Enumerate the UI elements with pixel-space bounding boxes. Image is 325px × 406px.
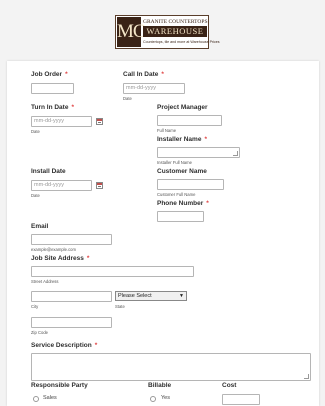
call-in-date-sublabel: Date [123,96,132,101]
email-input[interactable] [31,234,112,245]
project-manager-sublabel: Full Name [157,128,177,133]
installer-name-sublabel: Installer Full Name [157,160,192,165]
installer-name-input[interactable] [157,147,240,158]
installer-name-label: Installer Name * [157,136,207,143]
calendar-icon[interactable] [96,182,103,189]
install-date-input[interactable]: mm-dd-yyyy [31,180,92,191]
street-address-input[interactable] [31,266,194,277]
phone-number-label: Phone Number * [157,200,209,207]
turn-in-date-sublabel: Date [31,129,40,134]
phone-number-input[interactable] [157,211,204,222]
job-site-address-label: Job Site Address * [31,255,90,262]
turn-in-date-input[interactable]: mm-dd-yyyy [31,116,92,127]
cost-label: Cost [222,382,237,389]
logo-line2: WAREHOUSE [143,26,207,37]
job-order-input[interactable] [31,83,74,94]
logo-tagline: Countertops, tile and more at Warehouse … [143,40,220,44]
city-input[interactable] [31,291,112,302]
responsible-party-label: Responsible Party [31,382,88,389]
customer-name-input[interactable] [157,179,224,190]
company-logo: MC GRANITE COUNTERTOPS WAREHOUSE Counter… [115,15,220,49]
form-card: Job Order * Call In Date * mm-dd-yyyy Date… [7,61,319,406]
install-date-sublabel: Date [31,193,40,198]
dropdown-arrow-icon: ▼ [179,293,184,299]
job-order-label: Job Order * [31,71,68,78]
billable-yes-radio[interactable] [150,396,156,402]
street-address-sublabel: Street Address [31,279,59,284]
city-sublabel: City [31,304,39,309]
customer-name-sublabel: Customer Full Name [157,192,196,197]
zip-code-sublabel: Zip Code [31,330,48,335]
billable-label: Billable [148,382,172,389]
zip-code-input[interactable] [31,317,112,328]
turn-in-date-label: Turn In Date * [31,104,74,111]
state-select[interactable]: Please Select ▼ [115,291,187,301]
customer-name-label: Customer Name [157,168,207,175]
call-in-date-input[interactable]: mm-dd-yyyy [123,83,185,94]
logo-line1: GRANITE COUNTERTOPS [143,19,208,25]
service-description-label: Service Description * [31,342,98,349]
service-description-textarea[interactable] [31,353,311,381]
project-manager-input[interactable] [157,115,222,126]
calendar-icon[interactable] [96,118,103,125]
install-date-label: Install Date [31,168,66,175]
state-sublabel: State [115,304,125,309]
billable-yes-label: Yes [161,395,170,401]
responsible-party-sales-radio[interactable] [33,396,39,402]
call-in-date-label: Call In Date * [123,71,164,78]
logo-mark: MC [117,17,146,47]
email-label: Email [31,223,49,230]
project-manager-label: Project Manager [157,104,208,111]
responsible-party-sales-label: Sales [43,395,57,401]
email-sublabel: example@example.com [31,247,76,252]
